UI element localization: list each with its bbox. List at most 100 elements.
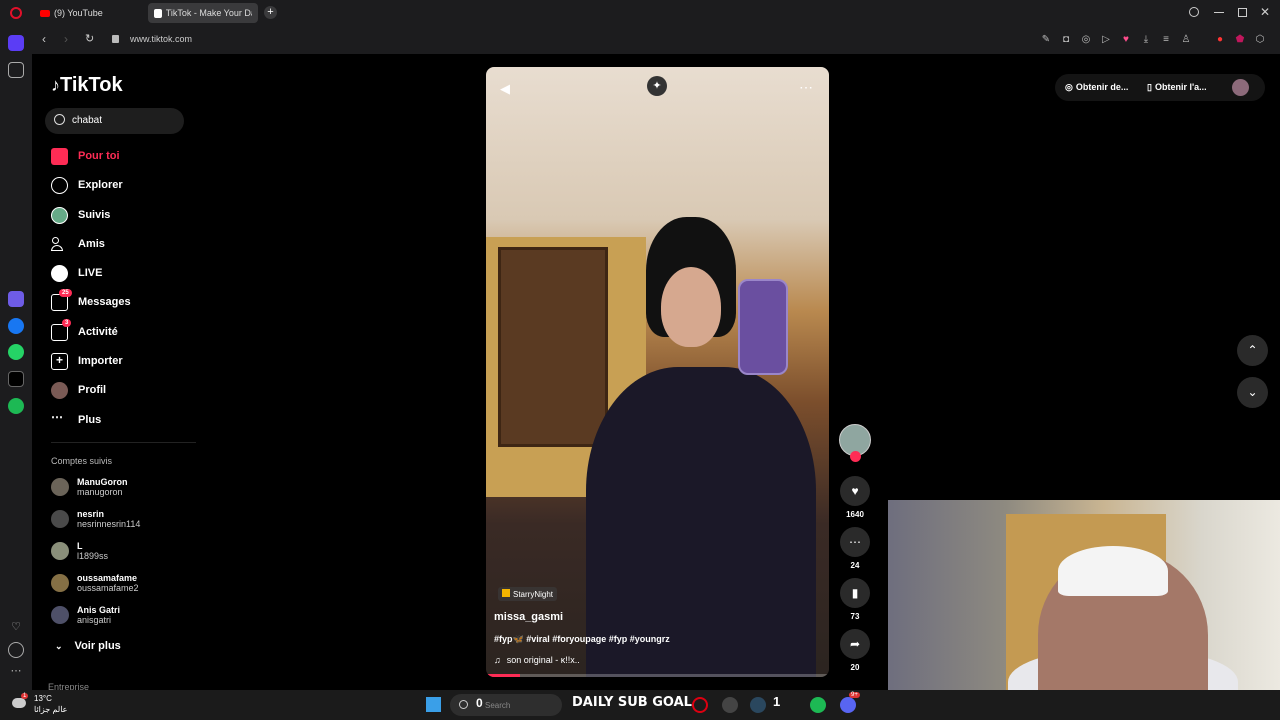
spotify-icon[interactable]	[8, 398, 24, 414]
profile-icon[interactable]: ♙	[1180, 34, 1192, 46]
follow-plus-icon[interactable]	[850, 451, 861, 462]
share-button[interactable]: ➦	[840, 629, 870, 659]
home-speed-dial-icon[interactable]	[8, 35, 24, 51]
reload-button[interactable]: ↻	[85, 32, 94, 45]
obs-taskbar-icon[interactable]	[722, 697, 738, 713]
sidebar-footer[interactable]: Entreprise	[48, 682, 89, 690]
send-icon[interactable]: ▷	[1100, 34, 1112, 46]
comment-icon: ⋯	[849, 535, 861, 549]
nav-profil[interactable]: Profil	[51, 379, 106, 401]
heart-pinboard-icon[interactable]: ♡	[8, 620, 24, 636]
video-player[interactable]: ◀ ✦ ⋯ StarryNight missa_gasmi #fyp🦋 #vir…	[486, 67, 829, 677]
opera-taskbar-icon[interactable]	[692, 697, 708, 713]
comment-button[interactable]: ⋯	[840, 527, 870, 557]
share-icon: ➦	[849, 637, 861, 651]
edit-icon[interactable]: ✎	[1040, 34, 1052, 46]
volume-icon[interactable]: ◀	[500, 81, 510, 97]
extension-red-icon[interactable]: ●	[1214, 34, 1226, 46]
back-button[interactable]: ‹	[42, 32, 46, 46]
following-icon	[51, 206, 68, 224]
whatsapp-icon[interactable]	[8, 344, 24, 360]
tiktok-logo[interactable]: ♪TikTok	[51, 74, 123, 97]
sound-tag[interactable]: StarryNight	[498, 587, 558, 601]
nav-importer[interactable]: + Importer	[51, 350, 123, 372]
taskbar-search[interactable]: 0 Search	[450, 694, 562, 716]
effects-icon[interactable]: ✦	[647, 76, 667, 96]
camera-icon[interactable]: ◘	[1060, 34, 1072, 46]
save-button[interactable]: ▮	[840, 578, 870, 608]
nav-activite[interactable]: 3 Activité	[51, 318, 118, 343]
search-tabs-icon[interactable]	[1189, 7, 1199, 17]
phone-icon: ▯	[1147, 82, 1152, 92]
video-progress-bar[interactable]	[486, 674, 829, 677]
tab-tiktok[interactable]: TikTok - Make Your Da	[148, 3, 258, 23]
history-icon[interactable]	[8, 642, 24, 658]
spotify-taskbar-icon[interactable]	[810, 697, 826, 713]
shield-icon[interactable]: ◎	[1080, 34, 1092, 46]
previous-video-button[interactable]: ⌃	[1237, 335, 1268, 366]
maximize-button[interactable]	[1238, 8, 1247, 17]
ublock-icon[interactable]: ⬟	[1234, 34, 1246, 46]
top-right-toolbar: ◎ Obtenir de... ▯ Obtenir l'a...	[1055, 74, 1265, 101]
windows-start-icon[interactable]	[426, 697, 441, 712]
messages-badge: 25	[59, 288, 72, 297]
creator-avatar[interactable]	[839, 424, 871, 462]
discord-badge: 9+	[849, 692, 860, 698]
close-button[interactable]: ✕	[1260, 5, 1270, 19]
get-coins-button[interactable]: ◎ Obtenir de...	[1065, 82, 1128, 93]
nav-messages[interactable]: 25 Messages	[51, 288, 131, 313]
see-more-button[interactable]: ⌄ Voir plus	[55, 635, 121, 657]
opera-logo-icon[interactable]	[10, 7, 22, 19]
menu-icon[interactable]: ≡	[1160, 34, 1172, 46]
nav-suivis[interactable]: Suivis	[51, 204, 110, 226]
video-author[interactable]: missa_gasmi	[494, 611, 563, 623]
user-avatar[interactable]	[1232, 79, 1249, 96]
download-icon[interactable]: ⤓	[1140, 34, 1152, 46]
bookmark-icon: ▮	[851, 586, 859, 600]
tab-youtube[interactable]: (9) YouTube	[34, 3, 144, 23]
weather-icon	[12, 698, 26, 708]
extensions-icon[interactable]: ⬡	[1254, 34, 1266, 46]
tab-label: TikTok - Make Your Da	[165, 8, 252, 18]
video-scene-door	[498, 247, 608, 447]
more-rail-icon[interactable]: ⋯	[8, 664, 24, 680]
like-button[interactable]: ♥	[840, 476, 870, 506]
profile-avatar-icon	[51, 381, 68, 399]
video-hashtags[interactable]: #fyp🦋 #viral #foryoupage #fyp #youngrz	[494, 634, 670, 645]
compass-icon	[51, 176, 68, 194]
nav-amis[interactable]: Amis	[51, 233, 105, 255]
nav-live[interactable]: LIVE	[51, 262, 102, 284]
tiktok-note-icon: ♪	[51, 75, 60, 95]
heart-icon[interactable]: ♥	[1120, 34, 1132, 46]
url-field[interactable]: www.tiktok.com	[130, 34, 192, 44]
video-scene-person	[586, 367, 816, 677]
followed-account[interactable]: Anis Gatri anisgatri	[51, 602, 120, 628]
heart-icon: ♥	[851, 484, 859, 498]
new-tab-button[interactable]: +	[264, 6, 277, 19]
next-video-button[interactable]: ⌄	[1237, 377, 1268, 408]
followed-account[interactable]: Ll1899ss	[51, 538, 108, 564]
nav-explorer[interactable]: Explorer	[51, 174, 123, 196]
steam-taskbar-icon[interactable]	[750, 697, 766, 713]
get-app-button[interactable]: ▯ Obtenir l'a...	[1147, 82, 1207, 93]
like-count: 1640	[846, 510, 864, 519]
video-music[interactable]: ♫ son original - ĸ!!х..	[494, 655, 580, 665]
followed-account[interactable]: nesrin nesrinnesrin114	[51, 506, 140, 532]
x-twitter-icon[interactable]	[8, 371, 24, 387]
forward-button[interactable]: ›	[64, 32, 68, 46]
followed-account[interactable]: oussamafame oussamafame2	[51, 570, 139, 596]
bookmarks-icon[interactable]	[8, 62, 24, 78]
nav-plus[interactable]: ⋯ Plus	[51, 409, 101, 431]
coin-icon: ◎	[1065, 82, 1073, 92]
video-scene-phone	[738, 279, 788, 375]
minimize-button[interactable]	[1214, 12, 1224, 13]
more-options-icon[interactable]: ⋯	[799, 79, 813, 96]
followed-account[interactable]: ManuGoron manugoron	[51, 474, 128, 500]
aria-ai-icon[interactable]	[8, 291, 24, 307]
tiktok-sidebar: ♪TikTok chabat Pour toi Explorer Suivis …	[32, 54, 207, 690]
search-input[interactable]: chabat	[45, 108, 184, 134]
discord-taskbar-icon[interactable]: 9+	[840, 692, 860, 713]
nav-pour-toi[interactable]: Pour toi	[51, 145, 120, 167]
messenger-icon[interactable]	[8, 318, 24, 334]
video-actions: ♥ 1640 ⋯ 24 ▮ 73 ➦ 20	[838, 424, 872, 680]
